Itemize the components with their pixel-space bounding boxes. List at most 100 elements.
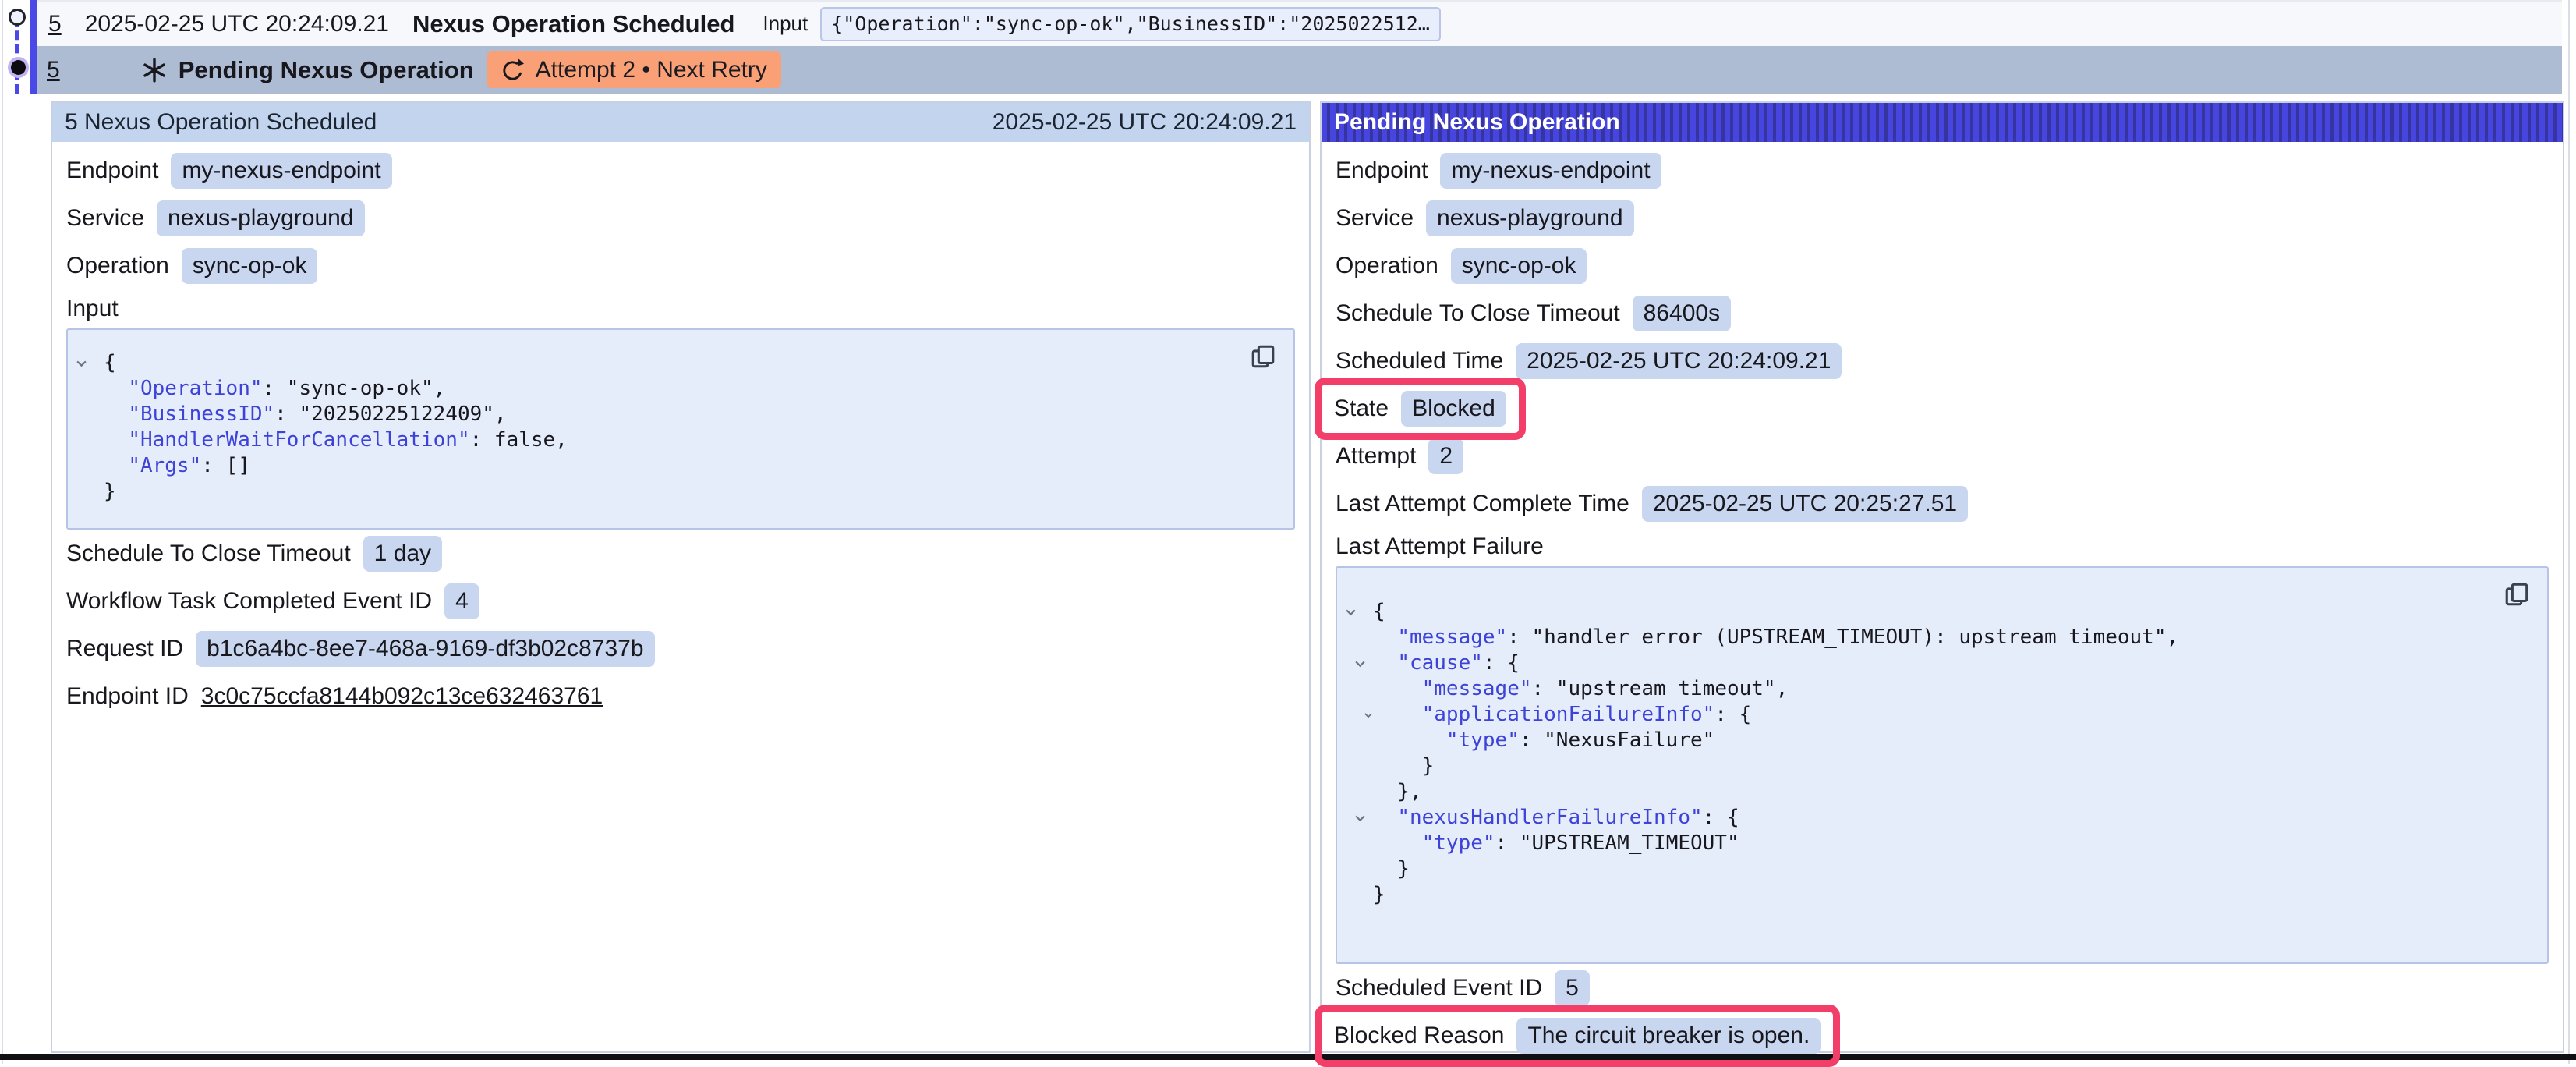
code-text: } (1373, 882, 1385, 908)
field-row-state: State Blocked (1336, 385, 2549, 432)
field-label: Request ID (66, 636, 183, 662)
field-row-service: Servicenexus-playground (1336, 194, 2549, 242)
collapse-chevron-icon[interactable] (1345, 650, 1373, 676)
code-line: } (1345, 882, 2500, 908)
field-label: Endpoint (66, 158, 158, 184)
code-text: }, (1373, 779, 1422, 805)
pending-asterisk-icon (141, 57, 168, 83)
event-title: Pending Nexus Operation (179, 56, 474, 84)
code-line: "cause": { (1345, 650, 2500, 676)
code-text: "cause": { (1373, 650, 1520, 676)
event-id-link[interactable]: 5 (47, 57, 60, 83)
code-line: "Operation": "sync-op-ok", (76, 376, 1247, 402)
code-line: "message": "handler error (UPSTREAM_TIME… (1345, 625, 2500, 650)
event-history-rows: 5 2025-02-25 UTC 20:24:09.21 Nexus Opera… (37, 0, 2562, 94)
code-line: "HandlerWaitForCancellation": false, (76, 427, 1247, 453)
event-input-preview-chip: {"Operation":"sync-op-ok","BusinessID":"… (820, 7, 1441, 41)
code-text: "message": "handler error (UPSTREAM_TIME… (1373, 625, 2178, 650)
code-line: }, (1345, 779, 2500, 805)
event-row-pending-nexus-operation[interactable]: 5 Pending Nexus Operation Attempt 2 • Ne… (37, 46, 2562, 94)
field-value-chip: 1 day (363, 536, 442, 572)
code-text: "HandlerWaitForCancellation": false, (104, 427, 568, 453)
field-value-chip: sync-op-ok (1451, 248, 1587, 284)
code-text: "nexusHandlerFailureInfo": { (1373, 805, 1739, 831)
field-label: Endpoint (1336, 158, 1428, 184)
field-value-chip: 2025-02-25 UTC 20:25:27.51 (1642, 486, 1968, 522)
field-row-request-id: Request ID b1c6a4bc-8ee7-468a-9169-df3b02… (66, 625, 1295, 672)
code-line: "Args": [] (76, 453, 1247, 479)
event-id-link[interactable]: 5 (48, 11, 62, 37)
code-text: "message": "upstream timeout", (1373, 676, 1788, 702)
code-line: "type": "NexusFailure" (1345, 728, 2500, 753)
event-input-label: Input (763, 12, 808, 36)
scheduled-panel-title: 5 Nexus Operation Scheduled (65, 109, 377, 136)
field-row-endpoint: Endpointmy-nexus-endpoint (66, 147, 1295, 194)
highlight-annotation-box: State Blocked (1315, 378, 1526, 440)
field-value-chip: The circuit breaker is open. (1516, 1018, 1821, 1054)
field-value-chip: nexus-playground (1426, 200, 1634, 236)
field-row-endpoint-id: Endpoint ID 3c0c75ccfa8144b092c13ce632463… (66, 672, 1295, 720)
field-label: Endpoint ID (66, 683, 189, 710)
event-title: Nexus Operation Scheduled (412, 10, 734, 38)
code-line: } (76, 479, 1247, 505)
pending-operation-detail-panel: Pending Nexus Operation Endpoint my-nexus… (1320, 101, 2564, 1053)
timeline-dashed-connector (15, 17, 19, 94)
field-label: Scheduled Event ID (1336, 975, 1542, 1001)
collapse-chevron-icon[interactable] (1345, 599, 1373, 625)
field-label: Scheduled Time (1336, 348, 1503, 374)
timeline-filled-dot-icon (11, 60, 26, 75)
scheduled-panel-body: Endpointmy-nexus-endpoint Service nexus-pl… (52, 142, 1309, 720)
code-line: } (1345, 856, 2500, 882)
copy-icon[interactable] (1250, 342, 1276, 370)
code-text: } (1373, 753, 1434, 779)
code-text: } (104, 479, 116, 505)
collapse-chevron-icon[interactable] (1345, 702, 1373, 728)
code-line: { (1345, 599, 2500, 625)
code-text: "BusinessID": "20250225122409", (104, 402, 507, 427)
code-text: "type": "NexusFailure" (1373, 728, 1714, 753)
scheduled-event-detail-panel: 5 Nexus Operation Scheduled 2025-02-25 U… (51, 101, 1311, 1053)
field-value-link[interactable]: 3c0c75ccfa8144b092c13ce632463761 (201, 683, 603, 710)
pending-panel-title: Pending Nexus Operation (1334, 109, 1620, 136)
code-gutter (1345, 779, 1373, 805)
collapse-chevron-icon[interactable] (1345, 805, 1373, 831)
code-text: "Args": [] (104, 453, 250, 479)
field-label: Operation (66, 253, 169, 279)
timeline-selection-bar (30, 0, 37, 94)
last-attempt-failure-label: Last Attempt Failure (1336, 534, 2549, 560)
field-value-chip: my-nexus-endpoint (1440, 153, 1661, 189)
page-left-border (2, 0, 3, 1064)
field-row-service: Service nexus-playground (66, 194, 1295, 242)
field-value-chip: 86400s (1633, 296, 1731, 331)
code-text: { (104, 350, 116, 376)
code-text: "Operation": "sync-op-ok", (104, 376, 445, 402)
field-value-chip: Blocked (1401, 391, 1506, 427)
field-label: Service (66, 205, 144, 232)
collapse-chevron-icon[interactable] (76, 350, 104, 376)
pending-fields-top: Endpoint my-nexus-endpoint Servicenexus-pl… (1336, 147, 2549, 527)
event-timestamp: 2025-02-25 UTC 20:24:09.21 (85, 11, 389, 37)
page-right-border (2568, 0, 2570, 1064)
field-value-chip: nexus-playground (157, 200, 365, 236)
code-gutter (1345, 728, 1373, 753)
copy-icon[interactable] (2503, 580, 2530, 608)
code-gutter (76, 479, 104, 505)
code-text: "type": "UPSTREAM_TIMEOUT" (1373, 831, 1739, 856)
code-line: { (76, 350, 1247, 376)
field-label: Workflow Task Completed Event ID (66, 588, 432, 615)
code-line: "applicationFailureInfo": { (1345, 702, 2500, 728)
code-gutter (1345, 625, 1373, 650)
highlight-annotation-box: Blocked ReasonThe circuit breaker is ope… (1315, 1005, 1840, 1067)
field-value-chip: 2025-02-25 UTC 20:24:09.21 (1516, 343, 1842, 379)
code-line: "type": "UPSTREAM_TIMEOUT" (1345, 831, 2500, 856)
field-label: Last Attempt Complete Time (1336, 491, 1629, 517)
code-line: } (1345, 753, 2500, 779)
code-gutter (1345, 676, 1373, 702)
field-value-chip: 4 (444, 583, 479, 619)
field-label: State (1334, 395, 1389, 422)
event-row-nexus-operation-scheduled[interactable]: 5 2025-02-25 UTC 20:24:09.21 Nexus Opera… (37, 2, 2562, 46)
field-value-chip: b1c6a4bc-8ee7-468a-9169-df3b02c8737b (196, 631, 654, 667)
code-gutter (1345, 831, 1373, 856)
field-row-endpoint: Endpoint my-nexus-endpoint (1336, 147, 2549, 194)
scheduled-panel-time: 2025-02-25 UTC 20:24:09.21 (993, 109, 1297, 136)
